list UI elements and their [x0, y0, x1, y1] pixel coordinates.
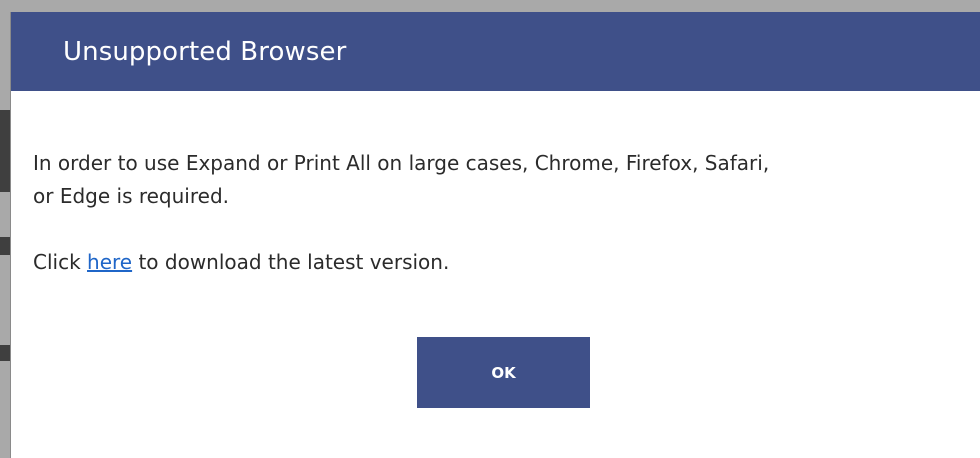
dialog-header: Unsupported Browser	[11, 12, 980, 91]
dialog-title: Unsupported Browser	[63, 36, 347, 67]
message-line-2: or Edge is required.	[33, 184, 229, 208]
message-line-1: In order to use Expand or Print All on l…	[33, 151, 770, 175]
download-prefix-text: Click	[33, 250, 88, 274]
unsupported-browser-dialog: Unsupported Browser In order to use Expa…	[10, 12, 980, 458]
download-message: Click here to download the latest versio…	[33, 246, 956, 279]
download-suffix-text: to download the latest version.	[132, 250, 450, 274]
message-spacing	[33, 213, 956, 246]
dialog-body: In order to use Expand or Print All on l…	[11, 91, 980, 279]
download-link[interactable]: here	[87, 250, 132, 274]
ok-button[interactable]: OK	[417, 337, 590, 408]
unsupported-browser-message: In order to use Expand or Print All on l…	[33, 147, 956, 213]
